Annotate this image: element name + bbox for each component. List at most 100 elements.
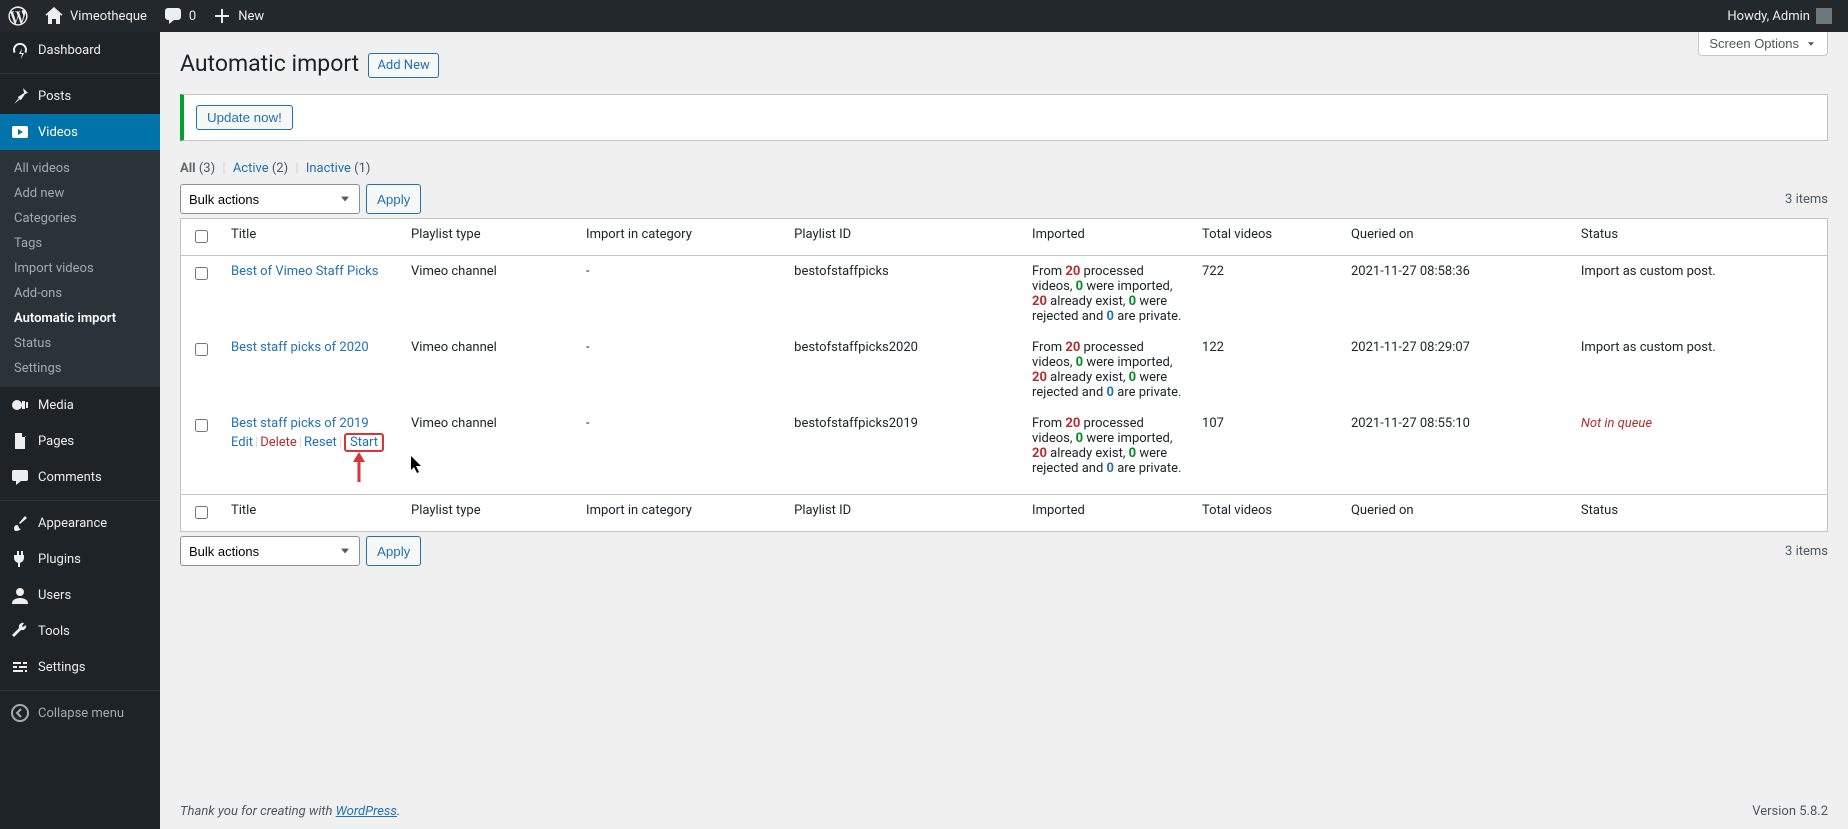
filter-active[interactable]: Active — [233, 161, 269, 176]
row-title-link[interactable]: Best of Vimeo Staff Picks — [231, 264, 378, 279]
sidebar-label: Collapse menu — [38, 706, 124, 721]
caret-down-icon — [1805, 38, 1817, 50]
table-row: Best of Vimeo Staff Picks Vimeo channel-b… — [181, 256, 1827, 332]
brush-icon — [10, 513, 30, 533]
col-type: Playlist type — [401, 219, 576, 256]
col-category: Import in category — [576, 219, 784, 256]
row-title-link[interactable]: Best staff picks of 2020 — [231, 340, 369, 355]
comments-link[interactable]: 0 — [155, 0, 204, 32]
row-delete[interactable]: Delete — [260, 435, 297, 450]
plus-icon — [212, 6, 232, 26]
new-content[interactable]: New — [204, 0, 272, 32]
sidebar-label: Appearance — [38, 516, 107, 531]
cell-category: - — [576, 332, 784, 408]
cell-playlist-id: bestofstaffpicks — [784, 256, 1022, 332]
col-title[interactable]: Title — [221, 494, 401, 531]
cell-total: 722 — [1192, 256, 1341, 332]
sidebar-item-media[interactable]: Media — [0, 387, 160, 423]
cursor-icon — [411, 456, 423, 478]
sub-settings[interactable]: Settings — [0, 356, 160, 381]
sidebar-item-users[interactable]: Users — [0, 577, 160, 613]
sidebar-item-settings[interactable]: Settings — [0, 649, 160, 685]
comment-icon — [163, 6, 183, 26]
cell-imported: From 20 processed videos, 0 were importe… — [1022, 332, 1192, 408]
col-category: Import in category — [576, 494, 784, 531]
site-home[interactable]: Vimeotheque — [36, 0, 155, 32]
row-title-link[interactable]: Best staff picks of 2019 — [231, 416, 369, 431]
cell-category: - — [576, 256, 784, 332]
sidebar-label: Videos — [38, 125, 78, 140]
sidebar-item-tools[interactable]: Tools — [0, 613, 160, 649]
home-icon — [44, 6, 64, 26]
col-title[interactable]: Title — [221, 219, 401, 256]
status-filters: All (3) | Active (2) | Inactive (1) — [180, 161, 1828, 176]
row-reset[interactable]: Reset — [304, 435, 337, 450]
sub-tags[interactable]: Tags — [0, 231, 160, 256]
cell-playlist-id: bestofstaffpicks2020 — [784, 332, 1022, 408]
wp-logo[interactable] — [0, 0, 36, 32]
row-checkbox[interactable] — [195, 419, 208, 432]
sub-status[interactable]: Status — [0, 331, 160, 356]
screen-options-button[interactable]: Screen Options — [1698, 32, 1828, 56]
pin-icon — [10, 86, 30, 106]
cell-queried: 2021-11-27 08:29:07 — [1341, 332, 1571, 408]
col-playlist-id: Playlist ID — [784, 219, 1022, 256]
admin-sidebar: Dashboard Posts Videos All videos Add ne… — [0, 32, 160, 829]
apply-button-top[interactable]: Apply — [366, 184, 421, 214]
filter-all[interactable]: All — [180, 161, 196, 176]
cell-imported: From 20 processed videos, 0 were importe… — [1022, 256, 1192, 332]
user-icon — [10, 585, 30, 605]
row-actions: Edit|Delete|Reset|Start — [231, 435, 391, 450]
cell-queried: 2021-11-27 08:55:10 — [1341, 408, 1571, 494]
sub-automatic-import[interactable]: Automatic import — [0, 306, 160, 331]
videos-icon — [10, 122, 30, 142]
col-imported: Imported — [1022, 494, 1192, 531]
cell-type: Vimeo channel — [401, 256, 576, 332]
sidebar-label: Pages — [38, 434, 74, 449]
sidebar-label: Media — [38, 398, 74, 413]
bulk-action-select-top[interactable]: Bulk actions — [180, 184, 360, 214]
sidebar-item-dashboard[interactable]: Dashboard — [0, 32, 160, 68]
sidebar-item-pages[interactable]: Pages — [0, 423, 160, 459]
wp-link[interactable]: WordPress — [336, 804, 397, 819]
cell-playlist-id: bestofstaffpicks2019 — [784, 408, 1022, 494]
my-account[interactable]: Howdy, Admin — [1719, 0, 1840, 32]
update-now-button[interactable]: Update now! — [196, 105, 293, 130]
sidebar-item-plugins[interactable]: Plugins — [0, 541, 160, 577]
update-notice: Update now! — [180, 94, 1828, 141]
apply-button-bottom[interactable]: Apply — [366, 536, 421, 566]
sub-all-videos[interactable]: All videos — [0, 156, 160, 181]
sidebar-label: Settings — [38, 660, 85, 675]
sidebar-item-comments[interactable]: Comments — [0, 459, 160, 495]
sub-add-new[interactable]: Add new — [0, 181, 160, 206]
new-label: New — [238, 9, 264, 24]
collapse-menu[interactable]: Collapse menu — [0, 695, 160, 731]
filter-inactive[interactable]: Inactive — [306, 161, 351, 176]
tablenav-bottom: Bulk actions Apply 3 items — [180, 536, 1828, 566]
sidebar-item-videos[interactable]: Videos — [0, 114, 160, 150]
select-all-top[interactable] — [195, 230, 208, 243]
sub-addons[interactable]: Add-ons — [0, 281, 160, 306]
add-new-button[interactable]: Add New — [368, 53, 438, 78]
bulk-action-select-bottom[interactable]: Bulk actions — [180, 536, 360, 566]
sidebar-item-posts[interactable]: Posts — [0, 78, 160, 114]
avatar — [1816, 8, 1832, 24]
sub-import-videos[interactable]: Import videos — [0, 256, 160, 281]
row-start[interactable]: Start — [344, 433, 384, 452]
cell-status: Import as custom post. — [1571, 256, 1827, 332]
row-checkbox[interactable] — [195, 267, 208, 280]
row-checkbox[interactable] — [195, 343, 208, 356]
sidebar-label: Tools — [38, 624, 70, 639]
cell-total: 107 — [1192, 408, 1341, 494]
admin-bar: Vimeotheque 0 New Howdy, Admin — [0, 0, 1848, 32]
screen-options-label: Screen Options — [1709, 36, 1799, 51]
cell-type: Vimeo channel — [401, 332, 576, 408]
row-edit[interactable]: Edit — [231, 435, 253, 450]
sidebar-label: Comments — [38, 470, 102, 485]
sub-categories[interactable]: Categories — [0, 206, 160, 231]
feeds-table: Title Playlist type Import in category P… — [180, 218, 1828, 532]
sidebar-item-appearance[interactable]: Appearance — [0, 505, 160, 541]
cell-status: Import as custom post. — [1571, 332, 1827, 408]
cell-category: - — [576, 408, 784, 494]
select-all-bottom[interactable] — [195, 506, 208, 519]
